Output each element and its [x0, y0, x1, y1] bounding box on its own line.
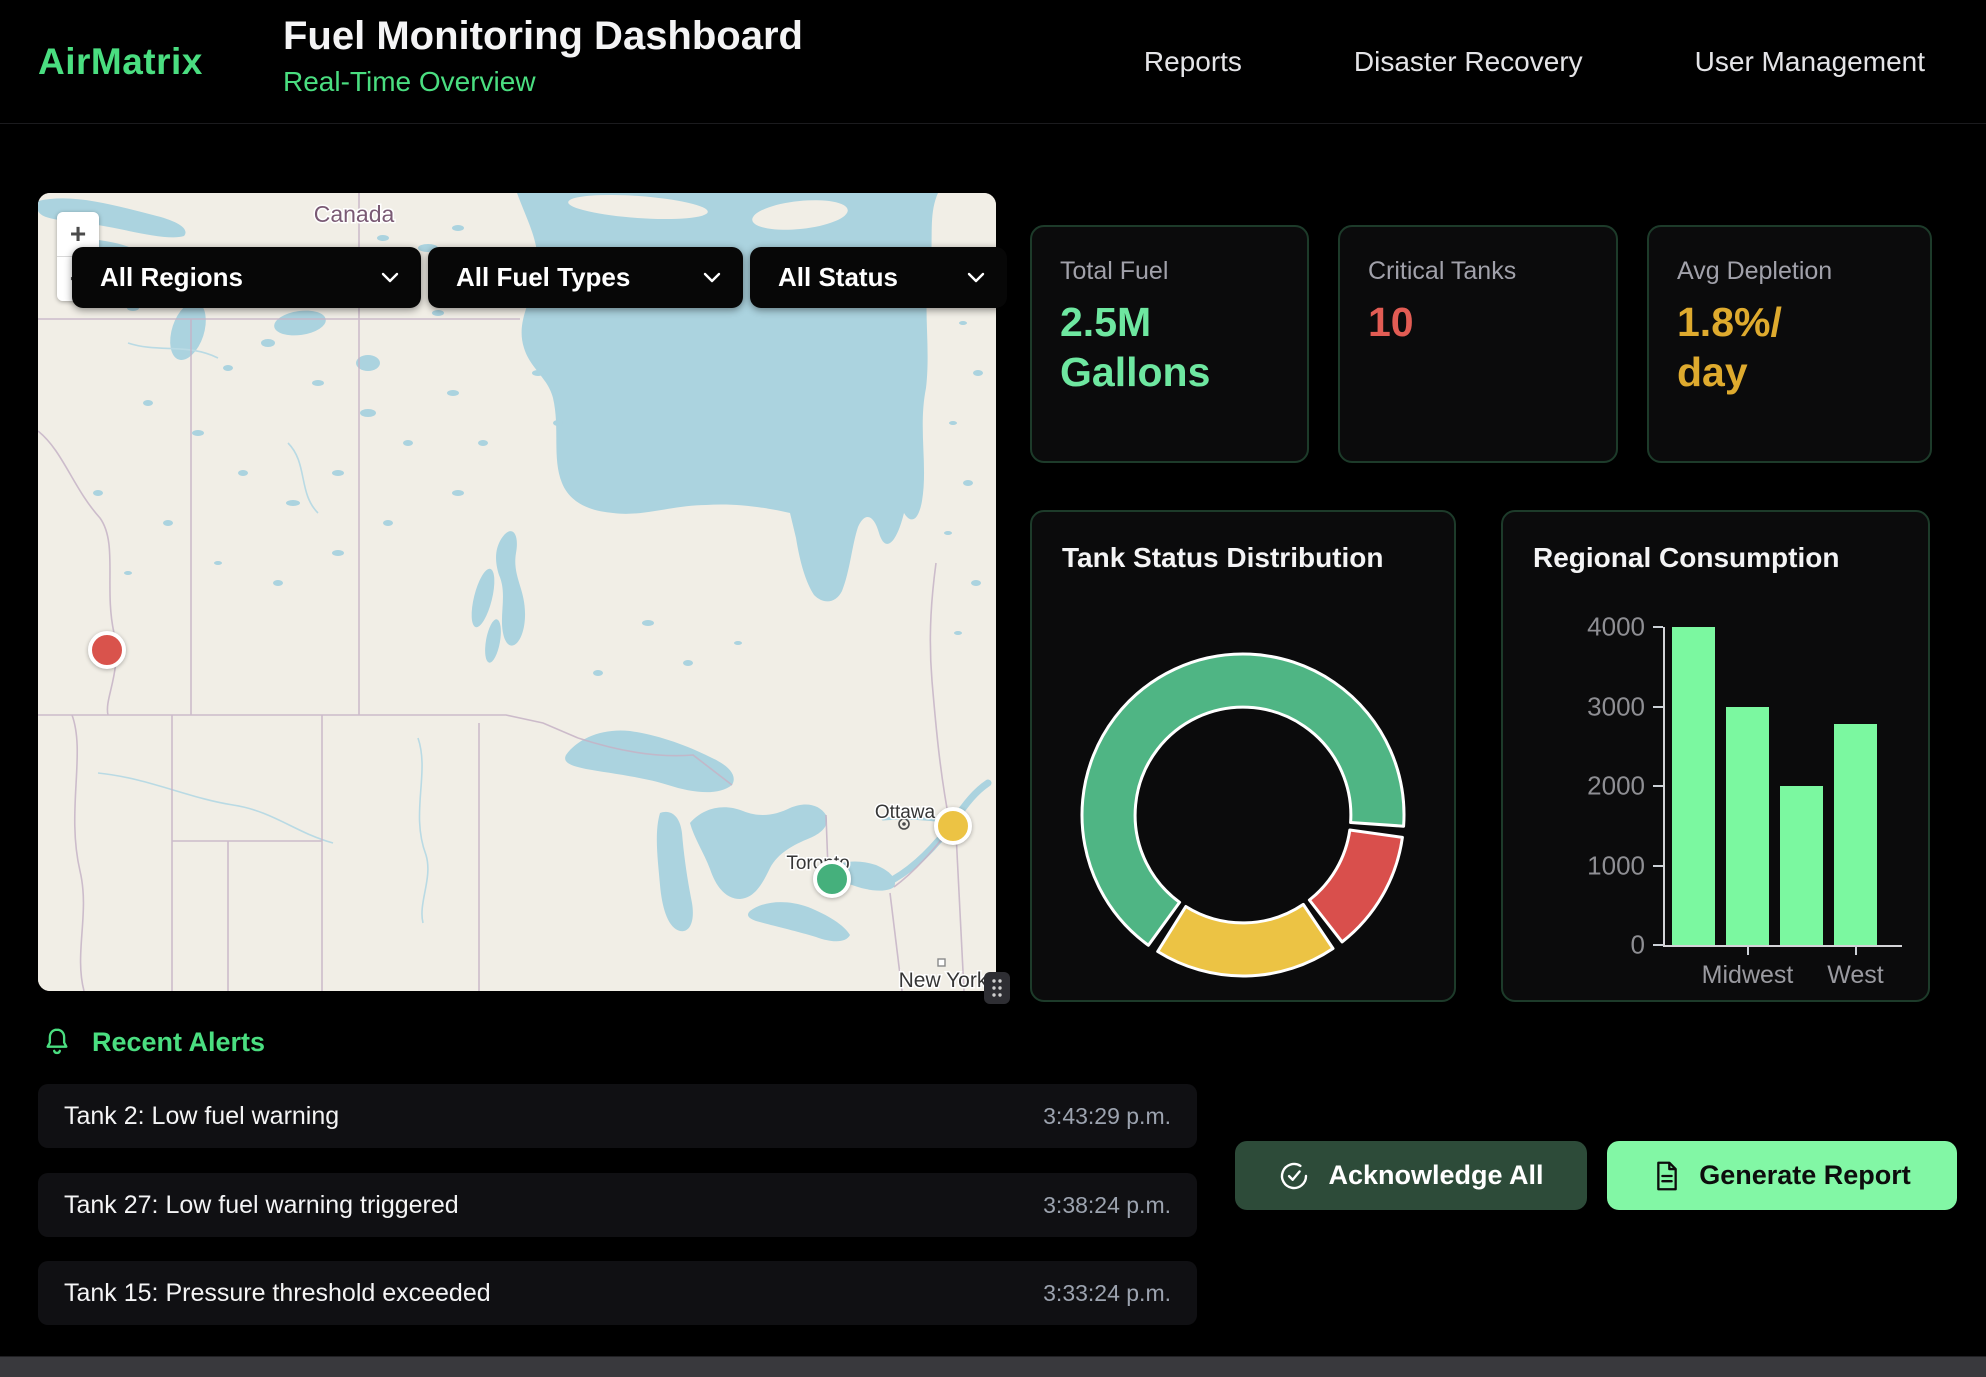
chevron-down-icon [967, 272, 985, 283]
alert-timestamp: 3:38:24 p.m. [1043, 1173, 1171, 1237]
alert-message: Tank 15: Pressure threshold exceeded [64, 1261, 491, 1325]
map-canvas: Canada Ottawa Toronto New York [38, 193, 996, 991]
y-axis-tick [1653, 706, 1663, 708]
stat-label: Avg Depletion [1677, 257, 1832, 286]
alert-timestamp: 3:43:29 p.m. [1043, 1084, 1171, 1148]
fuel-type-filter-select[interactable]: All Fuel Types [428, 247, 743, 308]
x-axis-tick-label: West [1827, 961, 1884, 990]
stat-value: 10 [1368, 297, 1414, 347]
region-filter-value: All Regions [100, 262, 243, 293]
donut-chart-title: Tank Status Distribution [1062, 542, 1384, 574]
y-axis-tick [1653, 626, 1663, 628]
chevron-down-icon [703, 272, 721, 283]
donut-chart-card: Tank Status Distribution [1030, 510, 1456, 1002]
x-axis-tick [1855, 945, 1857, 955]
region-filter-select[interactable]: All Regions [72, 247, 421, 308]
y-axis-tick [1653, 944, 1663, 946]
alert-timestamp: 3:33:24 p.m. [1043, 1261, 1171, 1325]
stat-label: Total Fuel [1060, 257, 1168, 286]
y-axis-tick-label: 2000 [1555, 771, 1645, 802]
document-icon [1653, 1161, 1681, 1191]
stat-value-line: 10 [1368, 297, 1414, 347]
map-marker-normal[interactable] [813, 860, 851, 898]
stat-value-line: 2.5M [1060, 297, 1210, 347]
map-marker-critical[interactable] [88, 631, 126, 669]
main-nav: Reports Disaster Recovery User Managemen… [1144, 0, 1925, 123]
donut-segment-critical [1309, 830, 1402, 942]
stat-value-line: 1.8%/ [1677, 297, 1782, 347]
bar-2 [1780, 786, 1823, 945]
stat-value: 1.8%/ day [1677, 297, 1782, 397]
map-panel[interactable]: Canada Ottawa Toronto New York [38, 193, 996, 991]
alert-message: Tank 2: Low fuel warning [64, 1084, 339, 1148]
generate-report-button[interactable]: Generate Report [1607, 1141, 1957, 1210]
stat-value: 2.5M Gallons [1060, 297, 1210, 397]
y-axis-tick [1653, 865, 1663, 867]
y-axis-tick [1653, 785, 1663, 787]
brand-logo: AirMatrix [38, 0, 203, 123]
alert-row: Tank 15: Pressure threshold exceeded 3:3… [38, 1261, 1197, 1325]
x-axis-line [1663, 945, 1902, 947]
check-circle-icon [1278, 1160, 1310, 1192]
recent-alerts-heading: Recent Alerts [42, 1026, 265, 1058]
grip-dots-icon [990, 977, 1004, 999]
x-axis-tick [1747, 945, 1749, 955]
generate-report-label: Generate Report [1699, 1160, 1911, 1191]
bar-0 [1672, 627, 1715, 945]
x-axis-tick-label: Midwest [1702, 961, 1794, 990]
page-title: Fuel Monitoring Dashboard [283, 14, 803, 58]
map-label-new-york: New York [899, 969, 988, 991]
status-filter-value: All Status [778, 262, 898, 293]
alert-row: Tank 2: Low fuel warning 3:43:29 p.m. [38, 1084, 1197, 1148]
regional-consumption-bar-chart: 0 1000 2000 3000 4000 Midwest West [1503, 512, 1928, 1000]
map-marker-warning[interactable] [934, 807, 972, 845]
recent-alerts-title: Recent Alerts [92, 1027, 265, 1058]
y-axis-tick-label: 3000 [1555, 691, 1645, 722]
horizontal-scrollbar[interactable] [0, 1356, 1986, 1377]
nav-item-disaster-recovery[interactable]: Disaster Recovery [1354, 46, 1583, 78]
bar-1 [1726, 707, 1769, 946]
tank-status-donut-chart [1032, 512, 1454, 1000]
title-block: Fuel Monitoring Dashboard Real-Time Over… [283, 14, 803, 98]
stat-card-critical-tanks: Critical Tanks 10 [1338, 225, 1618, 463]
map-label-ottawa: Ottawa [875, 802, 936, 823]
stat-card-avg-depletion: Avg Depletion 1.8%/ day [1647, 225, 1932, 463]
acknowledge-all-button[interactable]: Acknowledge All [1235, 1141, 1587, 1210]
app-header: AirMatrix Fuel Monitoring Dashboard Real… [0, 0, 1986, 124]
bar-3 [1834, 724, 1877, 945]
fuel-type-filter-value: All Fuel Types [456, 262, 630, 293]
bar-chart-card: Regional Consumption 01000200030004000Mi… [1501, 510, 1930, 1002]
nav-item-user-management[interactable]: User Management [1695, 46, 1925, 78]
map-drag-handle[interactable] [984, 972, 1010, 1004]
y-axis-line [1663, 627, 1665, 945]
alert-row: Tank 27: Low fuel warning triggered 3:38… [38, 1173, 1197, 1237]
stat-label: Critical Tanks [1368, 257, 1516, 286]
map-label-country: Canada [314, 201, 395, 227]
nav-item-reports[interactable]: Reports [1144, 46, 1242, 78]
stat-value-line: day [1677, 347, 1782, 397]
status-filter-select[interactable]: All Status [750, 247, 1007, 308]
donut-segment-warning [1158, 904, 1333, 976]
stat-card-total-fuel: Total Fuel 2.5M Gallons [1030, 225, 1309, 463]
small-town-icon [938, 959, 945, 966]
stat-value-line: Gallons [1060, 347, 1210, 397]
map-filters: All Regions All Fuel Types All Status [72, 247, 1007, 308]
alert-message: Tank 27: Low fuel warning triggered [64, 1173, 459, 1237]
y-axis-tick-label: 1000 [1555, 850, 1645, 881]
acknowledge-all-label: Acknowledge All [1328, 1160, 1543, 1191]
page-subtitle: Real-Time Overview [283, 66, 803, 98]
bell-icon [42, 1026, 72, 1058]
y-axis-tick-label: 0 [1555, 930, 1645, 961]
chevron-down-icon [381, 272, 399, 283]
y-axis-tick-label: 4000 [1555, 612, 1645, 643]
